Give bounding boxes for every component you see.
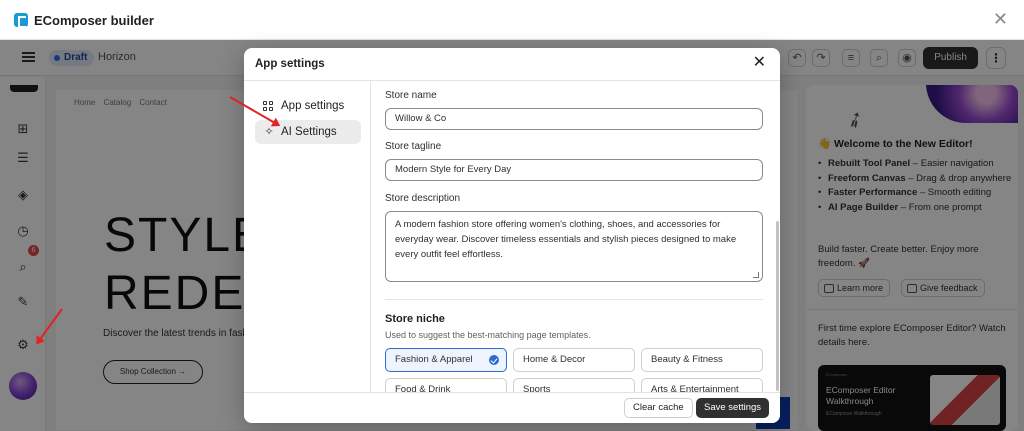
grid-settings-icon [263, 101, 273, 111]
app-settings-modal: App settings ✕ App settings ✧ AI Setting… [244, 48, 780, 423]
chip-label: Beauty & Fitness [651, 354, 723, 365]
niche-chip-sports[interactable]: Sports [513, 378, 635, 392]
chip-label: Home & Decor [523, 354, 586, 365]
niche-chip-home-decor[interactable]: Home & Decor [513, 348, 635, 372]
store-tagline-input[interactable]: Modern Style for Every Day [385, 159, 763, 181]
ecomposer-logo-icon [14, 13, 28, 28]
niche-chip-arts-entertainment[interactable]: Arts & Entertainment [641, 378, 763, 392]
window-close-icon[interactable]: ✕ [993, 10, 1008, 28]
store-description-label: Store description [385, 193, 461, 204]
resize-handle-icon[interactable] [753, 272, 759, 278]
modal-body: Store name Willow & Co Store tagline Mod… [372, 81, 780, 392]
niche-chip-fashion-apparel[interactable]: Fashion & Apparel [385, 348, 507, 372]
modal-sidebar: App settings ✧ AI Settings [244, 81, 371, 392]
chip-label: Food & Drink [395, 384, 451, 392]
nav-item-app-settings[interactable]: App settings [255, 94, 361, 118]
window-titlebar: EComposer builder ✕ [0, 0, 1024, 40]
store-description-text: A modern fashion store offering women's … [395, 219, 737, 260]
check-circle-icon [489, 355, 499, 365]
store-niche-help: Used to suggest the best-matching page t… [385, 330, 591, 340]
niche-chip-beauty-fitness[interactable]: Beauty & Fitness [641, 348, 763, 372]
chip-label: Arts & Entertainment [651, 384, 739, 392]
store-description-textarea[interactable]: A modern fashion store offering women's … [385, 211, 763, 282]
store-name-input[interactable]: Willow & Co [385, 108, 763, 130]
modal-close-icon[interactable]: ✕ [753, 55, 766, 71]
save-settings-button[interactable]: Save settings [696, 398, 770, 418]
chip-label: Sports [523, 384, 551, 392]
window-title: EComposer builder [34, 13, 154, 28]
nav-item-label: AI Settings [281, 126, 337, 138]
nav-item-label: App settings [281, 100, 345, 112]
clear-cache-button[interactable]: Clear cache [624, 398, 693, 418]
store-niche-title: Store niche [385, 313, 445, 325]
niche-chip-food-drink[interactable]: Food & Drink [385, 378, 507, 392]
modal-header: App settings ✕ [244, 48, 780, 81]
modal-scrollbar[interactable] [776, 221, 779, 391]
modal-title: App settings [255, 58, 325, 70]
store-tagline-label: Store tagline [385, 141, 442, 152]
chip-label: Fashion & Apparel [395, 354, 473, 365]
store-name-label: Store name [385, 90, 437, 101]
modal-footer: Clear cache Save settings [244, 392, 780, 423]
section-divider [385, 299, 763, 300]
